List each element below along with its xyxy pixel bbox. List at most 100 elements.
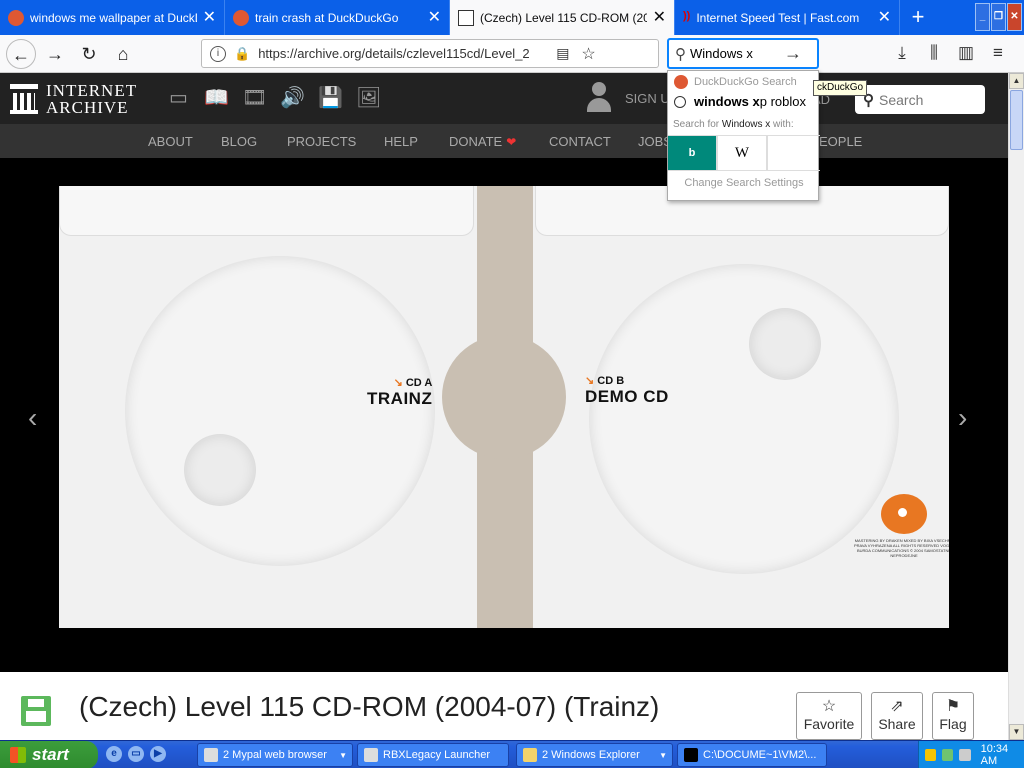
- media-player-icon[interactable]: ▶: [150, 746, 166, 762]
- texts-icon[interactable]: 📖: [204, 86, 229, 111]
- sign-in-label: SIGN U: [625, 90, 670, 106]
- minimize-icon[interactable]: _: [975, 3, 990, 31]
- internet-explorer-icon[interactable]: e: [106, 746, 122, 762]
- internet-archive-logo[interactable]: INTERNET ARCHIVE: [10, 82, 137, 116]
- restore-icon[interactable]: ❐: [991, 3, 1006, 31]
- scroll-up-icon[interactable]: ▲: [1009, 73, 1024, 89]
- logo-line-2: ARCHIVE: [46, 98, 129, 117]
- show-desktop-icon[interactable]: ▭: [128, 746, 144, 762]
- archive-search-box[interactable]: ⚲ Search: [855, 85, 985, 114]
- tab-windows-me-wallpaper[interactable]: windows me wallpaper at DuckDuc ✕: [0, 0, 225, 35]
- user-icon: [586, 82, 612, 114]
- bookmark-star-icon[interactable]: ☆: [581, 44, 595, 64]
- software-icon[interactable]: 💾: [318, 86, 343, 111]
- nav-people[interactable]: EOPLE: [819, 134, 862, 149]
- window-controls: _ ❐ ✕: [975, 3, 1022, 31]
- audio-icon[interactable]: 🔊: [280, 86, 305, 111]
- nav-donate[interactable]: DONATE ❤: [449, 134, 516, 149]
- images-icon[interactable]: 🖼: [356, 86, 381, 111]
- favorite-button[interactable]: ☆ Favorite: [796, 692, 862, 740]
- cd-b-small: CD B: [597, 375, 625, 387]
- sign-in-link[interactable]: SIGN U: [586, 82, 670, 114]
- favorite-label: Favorite: [803, 716, 855, 732]
- taskbar-button-explorer[interactable]: 2 Windows Explorer ▼: [516, 743, 673, 767]
- reader-view-icon[interactable]: ▤: [556, 45, 569, 62]
- new-tab-button[interactable]: +: [900, 0, 936, 35]
- share-label: Share: [878, 716, 916, 732]
- web-icon[interactable]: ▭: [166, 86, 191, 111]
- url-bar[interactable]: i 🔒 https://archive.org/details/czlevel1…: [201, 39, 826, 554]
- suggestion-rest: p roblox: [759, 94, 806, 109]
- scroll-down-icon[interactable]: ▼: [1009, 724, 1024, 740]
- cd-sleeve-photo[interactable]: ↘ CD A TRAINZ ↘ CD B DEMO CD MASTERING B…: [59, 186, 949, 628]
- tab-close-icon[interactable]: ✕: [203, 9, 216, 26]
- mascot-logo: [881, 494, 927, 534]
- taskbar-button-rbxlegacy[interactable]: RBXLegacy Launcher: [357, 743, 509, 767]
- library-icon[interactable]: ⫼: [922, 39, 946, 67]
- info-icon[interactable]: i: [210, 45, 226, 62]
- url-text[interactable]: https://archive.org/details/czlevel115cd…: [258, 46, 548, 61]
- tab-title: (Czech) Level 115 CD-ROM (2004-: [480, 10, 647, 25]
- tab-fast-com[interactable]: )) Internet Speed Test | Fast.com ✕: [675, 0, 900, 35]
- taskbar-label: 2 Mypal web browser: [223, 749, 327, 761]
- share-button[interactable]: ⇗ Share: [871, 692, 923, 740]
- taskbar-button-cmd[interactable]: C:\DOCUME~1\VM2\...: [677, 743, 827, 767]
- flag-button[interactable]: ⚑ Flag: [932, 692, 974, 740]
- start-button[interactable]: start: [0, 741, 98, 768]
- share-icon: ⇗: [890, 698, 904, 715]
- start-label: start: [32, 745, 69, 764]
- home-icon[interactable]: ⌂: [108, 39, 138, 69]
- folder-icon: [523, 748, 537, 762]
- tab-close-icon[interactable]: ✕: [653, 9, 666, 26]
- nav-blog[interactable]: BLOG: [221, 134, 257, 149]
- download-icon[interactable]: ⤓: [890, 39, 914, 67]
- forward-icon[interactable]: →: [40, 39, 70, 69]
- menu-icon[interactable]: ≡: [986, 39, 1010, 67]
- taskbar-label: 2 Windows Explorer: [542, 749, 640, 761]
- duckduckgo-icon: [233, 9, 249, 26]
- tab-title: windows me wallpaper at DuckDuc: [30, 10, 197, 25]
- screen: windows me wallpaper at DuckDuc ✕ train …: [0, 0, 1024, 768]
- lock-icon[interactable]: 🔒: [234, 46, 250, 62]
- vertical-scrollbar[interactable]: ▲ ▼: [1008, 73, 1024, 740]
- search-suggestion[interactable]: windows xp roblox: [674, 94, 806, 109]
- disc-hole-a: [184, 434, 256, 506]
- scroll-thumb[interactable]: [1010, 90, 1023, 150]
- tab-close-icon[interactable]: ✕: [878, 9, 891, 26]
- next-image-icon[interactable]: ›: [958, 402, 967, 434]
- close-window-icon[interactable]: ✕: [1007, 3, 1022, 31]
- duckduckgo-icon: [8, 9, 24, 26]
- video-icon[interactable]: 🎞: [242, 86, 267, 111]
- tab-train-crash[interactable]: train crash at DuckDuckGo ✕: [225, 0, 450, 35]
- nav-projects[interactable]: PROJECTS: [287, 134, 356, 149]
- disc-slot-b: [589, 264, 899, 574]
- sidebar-icon[interactable]: ▥: [954, 39, 978, 67]
- network-icon[interactable]: [942, 749, 954, 761]
- search-for-label: Search for Windows x with:: [673, 119, 794, 130]
- search-bar[interactable]: ⚲ →: [667, 38, 819, 69]
- reload-icon[interactable]: ↻: [74, 39, 104, 69]
- software-floppy-icon: [21, 696, 51, 726]
- tab-close-icon[interactable]: ✕: [428, 9, 441, 26]
- nav-about[interactable]: ABOUT: [148, 134, 193, 149]
- cd-b-label: ↘ CD B DEMO CD: [585, 374, 669, 407]
- prev-image-icon[interactable]: ‹: [28, 402, 37, 434]
- wikipedia-engine-button[interactable]: W: [718, 136, 768, 170]
- back-icon[interactable]: ←: [6, 38, 36, 69]
- tab-title: train crash at DuckDuckGo: [255, 10, 399, 25]
- tab-level-115[interactable]: (Czech) Level 115 CD-ROM (2004- ✕: [450, 0, 675, 35]
- chevron-down-icon: ▼: [339, 750, 347, 760]
- search-suggestions-popup: DuckDuckGo Search windows xp roblox Sear…: [667, 70, 820, 201]
- flag-label: Flag: [939, 716, 967, 732]
- windows-logo-icon: [10, 747, 26, 763]
- change-search-settings[interactable]: Change Search Settings: [668, 177, 820, 189]
- search-input[interactable]: [690, 46, 782, 61]
- taskbar-button-mypal[interactable]: 2 Mypal web browser ▼: [197, 743, 353, 767]
- bing-engine-button[interactable]: b: [668, 136, 718, 170]
- volume-icon[interactable]: [959, 749, 971, 761]
- security-shield-icon[interactable]: [925, 749, 937, 761]
- suggestion-match: windows x: [694, 94, 760, 109]
- nav-contact[interactable]: CONTACT: [549, 134, 611, 149]
- search-go-icon[interactable]: →: [784, 43, 802, 64]
- nav-help[interactable]: HELP: [384, 134, 418, 149]
